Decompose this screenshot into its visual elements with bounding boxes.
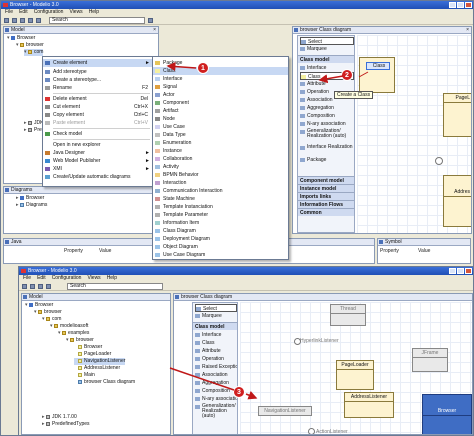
arrow-2 — [318, 74, 344, 84]
arrow-2-to-class — [358, 71, 369, 78]
arrow-3-lead — [169, 367, 235, 391]
arrow-1 — [166, 62, 197, 72]
annotation-arrows — [166, 62, 369, 400]
arrow-3 — [245, 391, 258, 400]
